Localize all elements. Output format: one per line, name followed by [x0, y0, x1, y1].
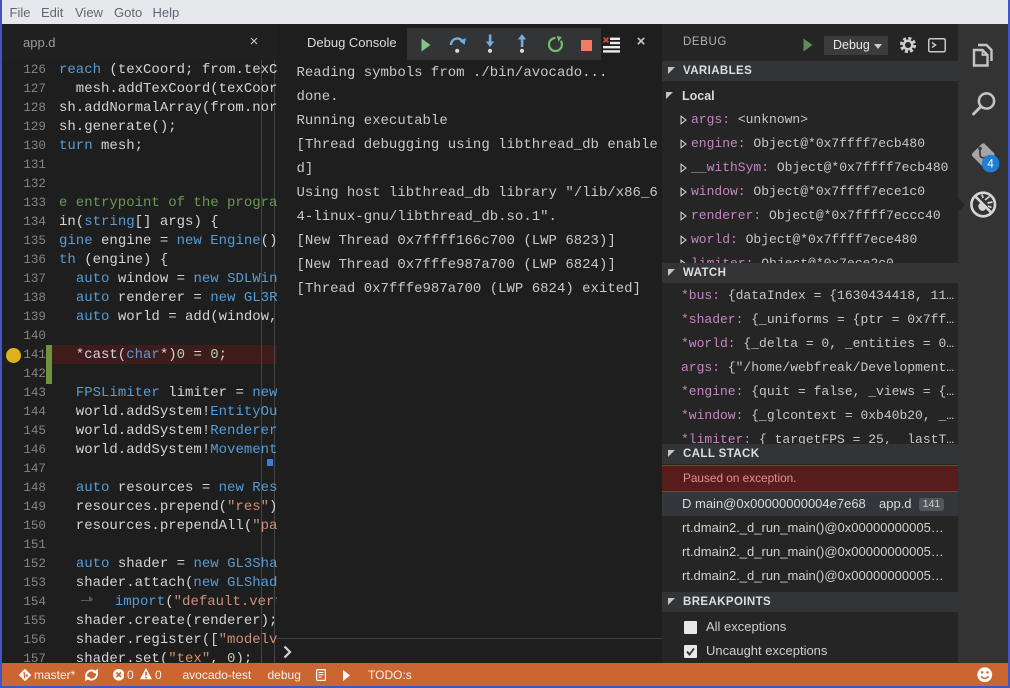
svg-text:4: 4	[987, 159, 994, 171]
